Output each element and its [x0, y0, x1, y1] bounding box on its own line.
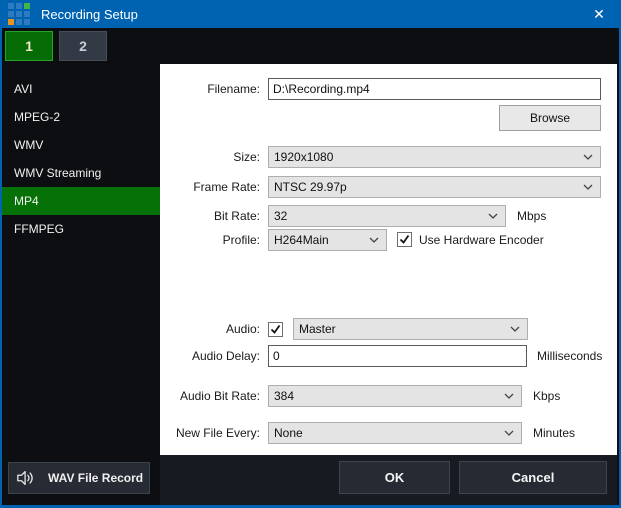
new-file-every-label: New File Every:	[160, 422, 260, 444]
audio-source-select[interactable]: Master	[293, 318, 528, 340]
wav-file-record-button[interactable]: WAV File Record	[8, 462, 150, 494]
sidebar-item-avi[interactable]: AVI	[2, 75, 160, 103]
frame-rate-select[interactable]: NTSC 29.97p	[268, 176, 601, 198]
audio-delay-input[interactable]: 0	[268, 345, 527, 367]
hardware-encoder-checkbox[interactable]	[397, 232, 412, 247]
audio-delay-label: Audio Delay:	[160, 345, 260, 367]
close-icon[interactable]: ✕	[582, 0, 616, 28]
filename-label: Filename:	[160, 78, 260, 100]
audio-source-value: Master	[299, 322, 336, 336]
profile-select[interactable]: H264Main	[268, 229, 387, 251]
audio-checkbox[interactable]	[268, 322, 283, 337]
tab-2[interactable]: 2	[59, 31, 107, 61]
chevron-down-icon	[583, 184, 593, 190]
audio-bit-rate-unit: Kbps	[533, 385, 560, 407]
tab-1[interactable]: 1	[5, 31, 53, 61]
ok-button[interactable]: OK	[339, 461, 450, 494]
footer-bar: OK Cancel	[160, 455, 617, 505]
checkmark-icon	[399, 234, 410, 245]
audio-bit-rate-label: Audio Bit Rate:	[160, 385, 260, 407]
title-bar: Recording Setup ✕	[0, 0, 621, 28]
audio-bit-rate-value: 384	[274, 389, 294, 403]
new-file-every-select[interactable]: None	[268, 422, 522, 444]
checkmark-icon	[270, 324, 281, 335]
recording-setup-window: Recording Setup ✕ 1 2 AVI MPEG-2 WMV WMV…	[0, 0, 621, 508]
bit-rate-label: Bit Rate:	[160, 205, 260, 227]
wav-file-record-label: WAV File Record	[48, 471, 143, 485]
browse-button[interactable]: Browse	[499, 105, 601, 131]
sidebar-item-wmv[interactable]: WMV	[2, 131, 160, 159]
chevron-down-icon	[504, 430, 514, 436]
window-title: Recording Setup	[41, 7, 138, 22]
chevron-down-icon	[583, 154, 593, 160]
size-select[interactable]: 1920x1080	[268, 146, 601, 168]
new-file-every-unit: Minutes	[533, 422, 575, 444]
bit-rate-select[interactable]: 32	[268, 205, 506, 227]
cancel-button[interactable]: Cancel	[459, 461, 607, 494]
audio-label: Audio:	[160, 318, 260, 340]
profile-value: H264Main	[274, 233, 329, 247]
sidebar-item-mpeg2[interactable]: MPEG-2	[2, 103, 160, 131]
chevron-down-icon	[369, 237, 379, 243]
size-value: 1920x1080	[274, 150, 333, 164]
filename-input[interactable]: D:\Recording.mp4	[268, 78, 601, 100]
sidebar-item-wmv-streaming[interactable]: WMV Streaming	[2, 159, 160, 187]
sidebar-item-ffmpeg[interactable]: FFMPEG	[2, 215, 160, 243]
audio-bit-rate-select[interactable]: 384	[268, 385, 522, 407]
bit-rate-unit: Mbps	[517, 205, 546, 227]
app-logo-icon	[8, 3, 30, 25]
profile-label: Profile:	[160, 229, 260, 251]
chevron-down-icon	[510, 326, 520, 332]
size-label: Size:	[160, 146, 260, 168]
settings-panel: Filename: D:\Recording.mp4 Browse Size: …	[160, 64, 617, 455]
frame-rate-label: Frame Rate:	[160, 176, 260, 198]
frame-rate-value: NTSC 29.97p	[274, 180, 347, 194]
chevron-down-icon	[504, 393, 514, 399]
chevron-down-icon	[488, 213, 498, 219]
audio-delay-unit: Milliseconds	[537, 345, 602, 367]
hardware-encoder-label: Use Hardware Encoder	[419, 229, 544, 251]
speaker-icon	[16, 469, 36, 487]
new-file-every-value: None	[274, 426, 303, 440]
sidebar-item-mp4[interactable]: MP4	[2, 187, 160, 215]
bit-rate-value: 32	[274, 209, 287, 223]
